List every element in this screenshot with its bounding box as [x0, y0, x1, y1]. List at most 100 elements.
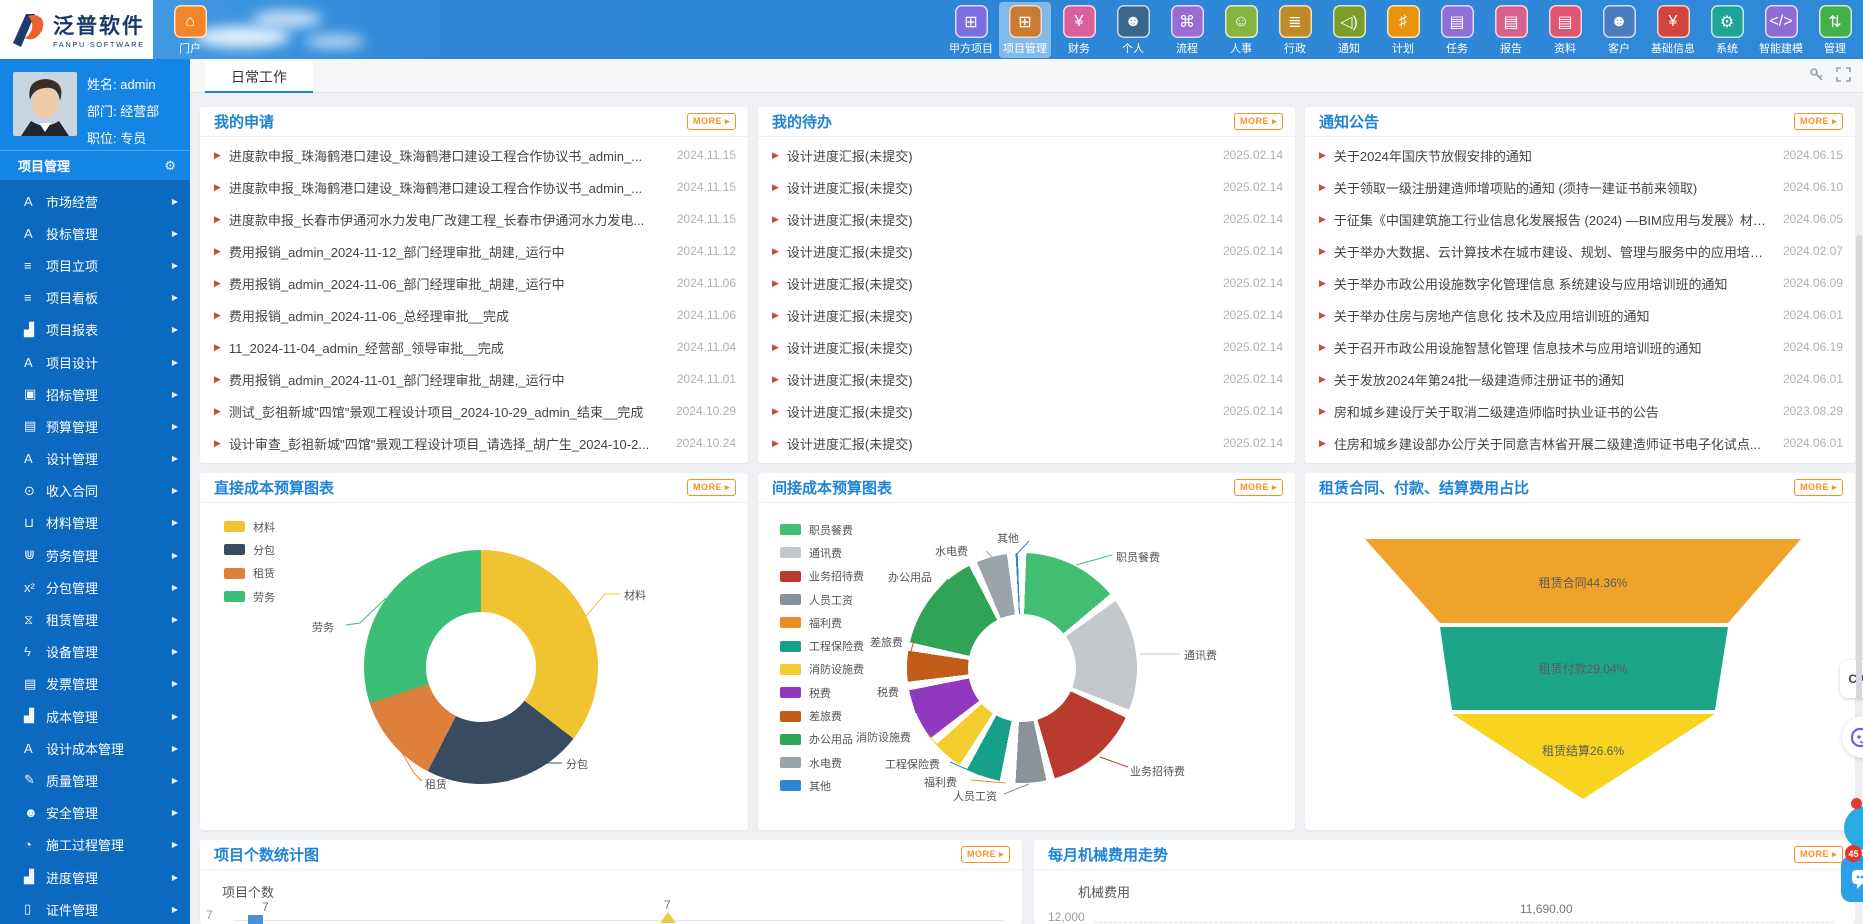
nav-item[interactable]: ▤ 任务 [1431, 2, 1483, 58]
list-item[interactable]: ▶ 设计进度汇报(未提交) 2025.02.14 [772, 363, 1283, 395]
nav-item[interactable]: ¥ 财务 [1053, 2, 1105, 58]
tab-daily-work[interactable]: 日常工作 [205, 62, 313, 93]
nav-item[interactable]: ⊞ 甲方项目 [945, 2, 997, 58]
legend-item[interactable]: 职员餐费 [780, 518, 864, 541]
sidebar-menu-item[interactable]: ▣ 招标管理 ▶ [0, 378, 190, 410]
message-chat-button[interactable] [1841, 856, 1863, 902]
fullscreen-icon[interactable] [1836, 67, 1851, 82]
sidebar-menu-item[interactable]: ▟ 进度管理 ▶ [0, 861, 190, 893]
legend-item[interactable]: 通讯费 [780, 541, 864, 564]
list-item[interactable]: ▶ 关于领取一级注册建造师增项贴的通知 (须持一建证书前来领取) 2024.06… [1319, 171, 1843, 203]
list-item[interactable]: ▶ 设计进度汇报(未提交) 2025.02.14 [772, 235, 1283, 267]
nav-item[interactable]: </> 智能建模 [1755, 2, 1807, 58]
list-item[interactable]: ▶ 关于发放2024年第24批一级建造师注册证书的通知 2024.06.01 [1319, 363, 1843, 395]
list-item[interactable]: ▶ 进度款申报_珠海鹤港口建设_珠海鹤港口建设工程合作协议书_admin_...… [214, 139, 736, 171]
nav-item[interactable]: ◁) 通知 [1323, 2, 1375, 58]
nav-item[interactable]: ☺ 人事 [1215, 2, 1267, 58]
sidebar-menu-item[interactable]: A 投标管理 ▶ [0, 217, 190, 249]
list-item[interactable]: ▶ 设计进度汇报(未提交) 2025.02.14 [772, 139, 1283, 171]
nav-item[interactable]: ¥ 基础信息 [1647, 2, 1699, 58]
sidebar-menu-item[interactable]: ▟ 成本管理 ▶ [0, 700, 190, 732]
sidebar-menu-item[interactable]: ◔ 施工过程管理 ▶ [0, 829, 190, 861]
list-item[interactable]: ▶ 费用报销_admin_2024-11-12_部门经理审批_胡建,_运行中 2… [214, 235, 736, 267]
list-item[interactable]: ▶ 设计进度汇报(未提交) 2025.02.14 [772, 427, 1283, 459]
list-item[interactable]: ▶ 设计进度汇报(未提交) 2025.02.14 [772, 299, 1283, 331]
list-item[interactable]: ▶ 设计进度汇报(未提交) 2025.02.14 [772, 395, 1283, 427]
legend-item[interactable]: 消防设施费 [780, 658, 864, 681]
more-button[interactable]: MORE [1234, 113, 1283, 130]
sidebar-menu-item[interactable]: ⊔ 材料管理 ▶ [0, 507, 190, 539]
list-item[interactable]: ▶ 房和城乡建设厅关于取消二级建造师临时执业证书的公告 2023.08.29 [1319, 395, 1843, 427]
sidebar-menu-item[interactable]: ⋓ 劳务管理 ▶ [0, 539, 190, 571]
legend-item[interactable]: 税费 [780, 681, 864, 704]
nav-item[interactable]: ▤ 报告 [1485, 2, 1537, 58]
list-item[interactable]: ▶ 进度款申报_长春市伊通河水力发电厂改建工程_长春市伊通河水力发电... 20… [214, 203, 736, 235]
nav-item[interactable]: ▤ 资料 [1539, 2, 1591, 58]
legend-item[interactable]: 工程保险费 [780, 634, 864, 657]
sidebar-menu-item[interactable]: x² 分包管理 ▶ [0, 571, 190, 603]
more-button[interactable]: MORE [1234, 479, 1283, 496]
list-item[interactable]: ▶ 11_2024-11-04_admin_经营部_领导审批__完成 2024.… [214, 331, 736, 363]
sidebar-menu-item[interactable]: ▤ 预算管理 ▶ [0, 410, 190, 442]
settings-gear-icon[interactable]: ⚙ [164, 158, 176, 174]
sidebar-menu-item[interactable]: ▯ 证件管理 ▶ [0, 893, 190, 924]
scrollbar[interactable] [1856, 235, 1862, 700]
list-item[interactable]: ▶ 设计进度汇报(未提交) 2025.02.14 [772, 203, 1283, 235]
sidebar-menu-item[interactable]: A 设计管理 ▶ [0, 443, 190, 475]
list-item[interactable]: ▶ 设计进度汇报(未提交) 2025.02.14 [772, 267, 1283, 299]
sidebar-menu-item[interactable]: A 市场经营 ▶ [0, 185, 190, 217]
sidebar-menu-item[interactable]: A 项目设计 ▶ [0, 346, 190, 378]
nav-item[interactable]: ☻ 客户 [1593, 2, 1645, 58]
list-item[interactable]: ▶ 关于2024年国庆节放假安排的通知 2024.06.15 [1319, 139, 1843, 171]
list-item[interactable]: ▶ 关于举办大数据、云计算技术在城市建设、规划、管理与服务中的应用培训班... … [1319, 235, 1843, 267]
list-item[interactable]: ▶ 费用报销_admin_2024-11-06_总经理审批__完成 2024.1… [214, 299, 736, 331]
sidebar-menu-item[interactable]: A 设计成本管理 ▶ [0, 732, 190, 764]
list-item[interactable]: ▶ 费用报销_admin_2024-11-01_部门经理审批_胡建,_运行中 2… [214, 363, 736, 395]
legend-item[interactable]: 业务招待费 [780, 565, 864, 588]
nav-item[interactable]: ⚙ 系统 [1701, 2, 1753, 58]
more-button[interactable]: MORE [687, 479, 736, 496]
nav-item[interactable]: ≣ 行政 [1269, 2, 1321, 58]
nav-item[interactable]: ⊞ 项目管理 [999, 2, 1051, 58]
list-item[interactable]: ▶ 设计进度汇报(未提交) 2025.02.14 [772, 331, 1283, 363]
key-icon[interactable] [1809, 67, 1824, 82]
sidebar-menu-item[interactable]: ▤ 发票管理 ▶ [0, 668, 190, 700]
sidebar-menu-item[interactable]: ⊙ 收入合同 ▶ [0, 475, 190, 507]
legend-item[interactable]: 水电费 [780, 751, 864, 774]
sidebar-menu-item[interactable]: ☻ 安全管理 ▶ [0, 797, 190, 829]
list-item[interactable]: ▶ 测试_彭祖新城"四馆"景观工程设计项目_2024-10-29_admin_结… [214, 395, 736, 427]
list-item[interactable]: ▶ 关于召开市政公用设施智慧化管理 信息技术与应用培训班的通知 2024.06.… [1319, 331, 1843, 363]
sidebar-menu-item[interactable]: ✎ 质量管理 ▶ [0, 764, 190, 796]
list-item[interactable]: ▶ 设计进度汇报(未提交) 2025.02.14 [772, 171, 1283, 203]
legend-item[interactable]: 材料 [224, 515, 275, 538]
list-item[interactable]: ▶ 设计审查_彭祖新城"四馆"景观工程设计项目_请选择_胡广生_2024-10-… [214, 427, 736, 459]
more-button[interactable]: MORE [961, 846, 1010, 863]
legend-item[interactable]: 分包 [224, 538, 275, 561]
more-button[interactable]: MORE [1794, 113, 1843, 130]
legend-item[interactable]: 人员工资 [780, 588, 864, 611]
more-button[interactable]: MORE [687, 113, 736, 130]
sidebar-menu-item[interactable]: ▟ 项目报表 ▶ [0, 314, 190, 346]
legend-item[interactable]: 办公用品 [780, 728, 864, 751]
nav-item-portal[interactable]: ⌂ 门户 [164, 2, 216, 58]
list-item[interactable]: ▶ 住房和城乡建设部办公厅关于同意吉林省开展二级建造师证书电子化试点... 20… [1319, 427, 1843, 459]
legend-item[interactable]: 差旅费 [780, 704, 864, 727]
sidebar-menu-item[interactable]: ≡ 项目立项 ▶ [0, 249, 190, 281]
legend-item[interactable]: 其他 [780, 774, 864, 797]
list-item[interactable]: ▶ 关于举办市政公用设施数字化管理信息 系统建设与应用培训班的通知 2024.0… [1319, 267, 1843, 299]
list-item[interactable]: ▶ 于征集《中国建筑施工行业信息化发展报告 (2024) —BIM应用与发展》材… [1319, 203, 1843, 235]
legend-item[interactable]: 福利费 [780, 611, 864, 634]
sidebar-menu-item[interactable]: ⧖ 租赁管理 ▶ [0, 603, 190, 635]
nav-item[interactable]: ☻ 个人 [1107, 2, 1159, 58]
more-button[interactable]: MORE [1794, 846, 1843, 863]
nav-item[interactable]: ⌘ 流程 [1161, 2, 1213, 58]
list-item[interactable]: ▶ 进度款申报_珠海鹤港口建设_珠海鹤港口建设工程合作协议书_admin_...… [214, 171, 736, 203]
nav-item[interactable]: ♯ 计划 [1377, 2, 1429, 58]
list-item[interactable]: ▶ 关于举办住房与房地产信息化 技术及应用培训班的通知 2024.06.01 [1319, 299, 1843, 331]
legend-item[interactable]: 劳务 [224, 585, 275, 608]
list-item[interactable]: ▶ 费用报销_admin_2024-11-06_部门经理审批_胡建,_运行中 2… [214, 267, 736, 299]
legend-item[interactable]: 租赁 [224, 562, 275, 585]
nav-item[interactable]: ⇅ 管理 [1809, 2, 1861, 58]
sidebar-menu-item[interactable]: ≡ 项目看板 ▶ [0, 282, 190, 314]
sidebar-menu-item[interactable]: ϟ 设备管理 ▶ [0, 636, 190, 668]
